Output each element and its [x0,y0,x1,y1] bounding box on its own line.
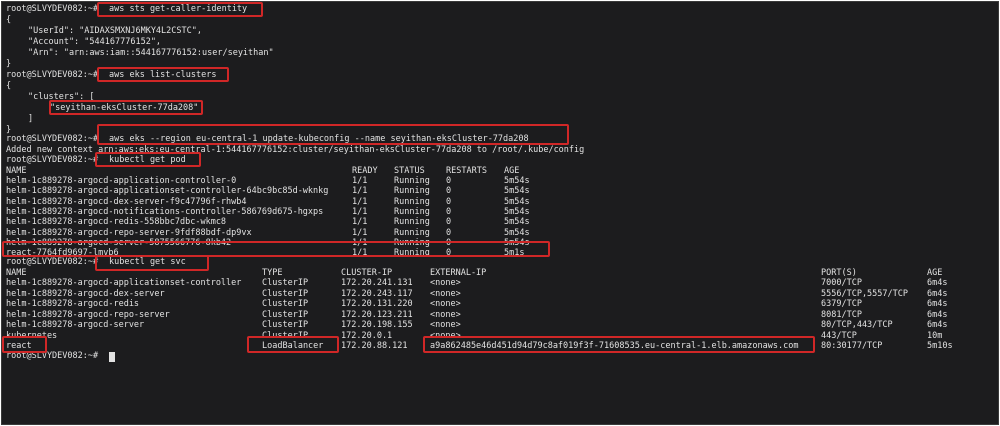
table-cell: 5556/TCP,5557/TCP [821,288,908,299]
table-cell: <none> [430,278,461,288]
table-cell: 7000/TCP [821,278,862,288]
json-text: "UserId": "AIDAXSMXNJ6MKY4L2CSTC", [28,26,202,36]
table-cell: 172.20.131.220 [341,299,413,309]
table-cell: 6m4s [927,309,948,320]
table-cell: <none> [430,309,461,320]
table-cell: 0 [446,248,452,259]
table-cell: 172.20.123.211 [341,309,413,320]
table-cell: 6m4s [927,278,948,288]
table-cell: kubernetes [6,330,58,341]
table-cell: 172.20.241.131 [341,278,413,288]
table-cell: ClusterIP [262,288,309,299]
table-cell: <none> [430,320,461,330]
table-cell: 172.20.243.117 [341,288,413,299]
prompt-line-6[interactable]: root@SLVYDEV082:~# [6,351,115,362]
cursor [109,352,115,362]
json-text: { [6,81,12,91]
table-cell: 1/1 [352,248,368,259]
terminal-window[interactable]: root@SLVYDEV082:~# aws sts get-caller-id… [1,1,999,425]
command-text: aws sts get-caller-identity [109,4,248,14]
command-text: kubectl get svc [109,257,186,267]
table-cell: <none> [430,299,461,309]
prompt-line-4: root@SLVYDEV082:~# kubectl get pod [6,155,186,166]
json-text: "clusters": [ [28,92,95,102]
table-cell: 6m4s [927,299,948,309]
table-cell: helm-1c889278-argocd-repo-server [6,309,170,320]
table-cell: 6m4s [927,288,948,299]
json-text: } [6,59,12,69]
table-cell: helm-1c889278-argocd-redis [6,299,140,309]
table-cell: <none> [430,330,461,341]
prompt-line-5: root@SLVYDEV082:~# kubectl get svc [6,257,186,268]
prompt: root@SLVYDEV082:~# [6,351,99,361]
table-cell: 172.20.88.121 [341,341,408,351]
column-header: RESTARTS [446,166,487,176]
prompt-line-1: root@SLVYDEV082:~# aws sts get-caller-id… [6,4,247,15]
table-cell: helm-1c889278-argocd-applicationset-cont… [6,278,242,288]
table-cell: 8081/TCP [821,309,862,320]
table-cell: LoadBalancer [262,341,324,351]
json-text: { [6,15,12,25]
json-text: "Arn": "arn:aws:iam::544167776152:user/s… [28,48,274,58]
table-cell: 5m10s [927,341,953,351]
table-cell: a9a862485e46d451d94d79c8af019f3f-7160853… [430,341,799,351]
table-cell: ClusterIP [262,299,309,309]
table-cell: helm-1c889278-argocd-server [6,320,145,330]
command-text: aws eks list-clusters [109,70,217,80]
table-cell: 172.20.0.1 [341,330,393,341]
table-cell: Running [394,248,430,259]
table-cell: ClusterIP [262,330,309,341]
table-cell: 443/TCP [821,330,857,341]
prompt: root@SLVYDEV082:~# [6,134,99,144]
prompt: root@SLVYDEV082:~# [6,257,99,267]
table-cell: <none> [430,288,461,299]
command-text: kubectl get pod [109,155,186,165]
cluster-name: "seyithan-eksCluster-77da208" [50,103,199,113]
table-cell: 6m4s [927,320,948,330]
table-cell: ClusterIP [262,309,309,320]
table-cell: 10m [927,330,943,341]
table-cell: ClusterIP [262,320,309,330]
prompt-line-2: root@SLVYDEV082:~# aws eks list-clusters [6,70,216,81]
json-text: ] [28,114,34,124]
table-cell: 6379/TCP [821,299,862,309]
command-text: aws eks --region eu-central-1 update-kub… [109,134,529,144]
prompt: root@SLVYDEV082:~# [6,4,99,14]
table-cell: 5m1s [504,248,525,259]
table-cell: 80/TCP,443/TCP [821,320,893,330]
json-text: "Account": "544167776152", [28,37,162,47]
prompt: root@SLVYDEV082:~# [6,70,99,80]
table-cell: ClusterIP [262,278,309,288]
table-cell: helm-1c889278-argocd-dex-server [6,288,165,299]
table-cell: 172.20.198.155 [341,320,413,330]
table-cell: 80:30177/TCP [821,341,883,351]
prompt: root@SLVYDEV082:~# [6,155,99,165]
prompt-line-3: root@SLVYDEV082:~# aws eks --region eu-c… [6,134,529,145]
